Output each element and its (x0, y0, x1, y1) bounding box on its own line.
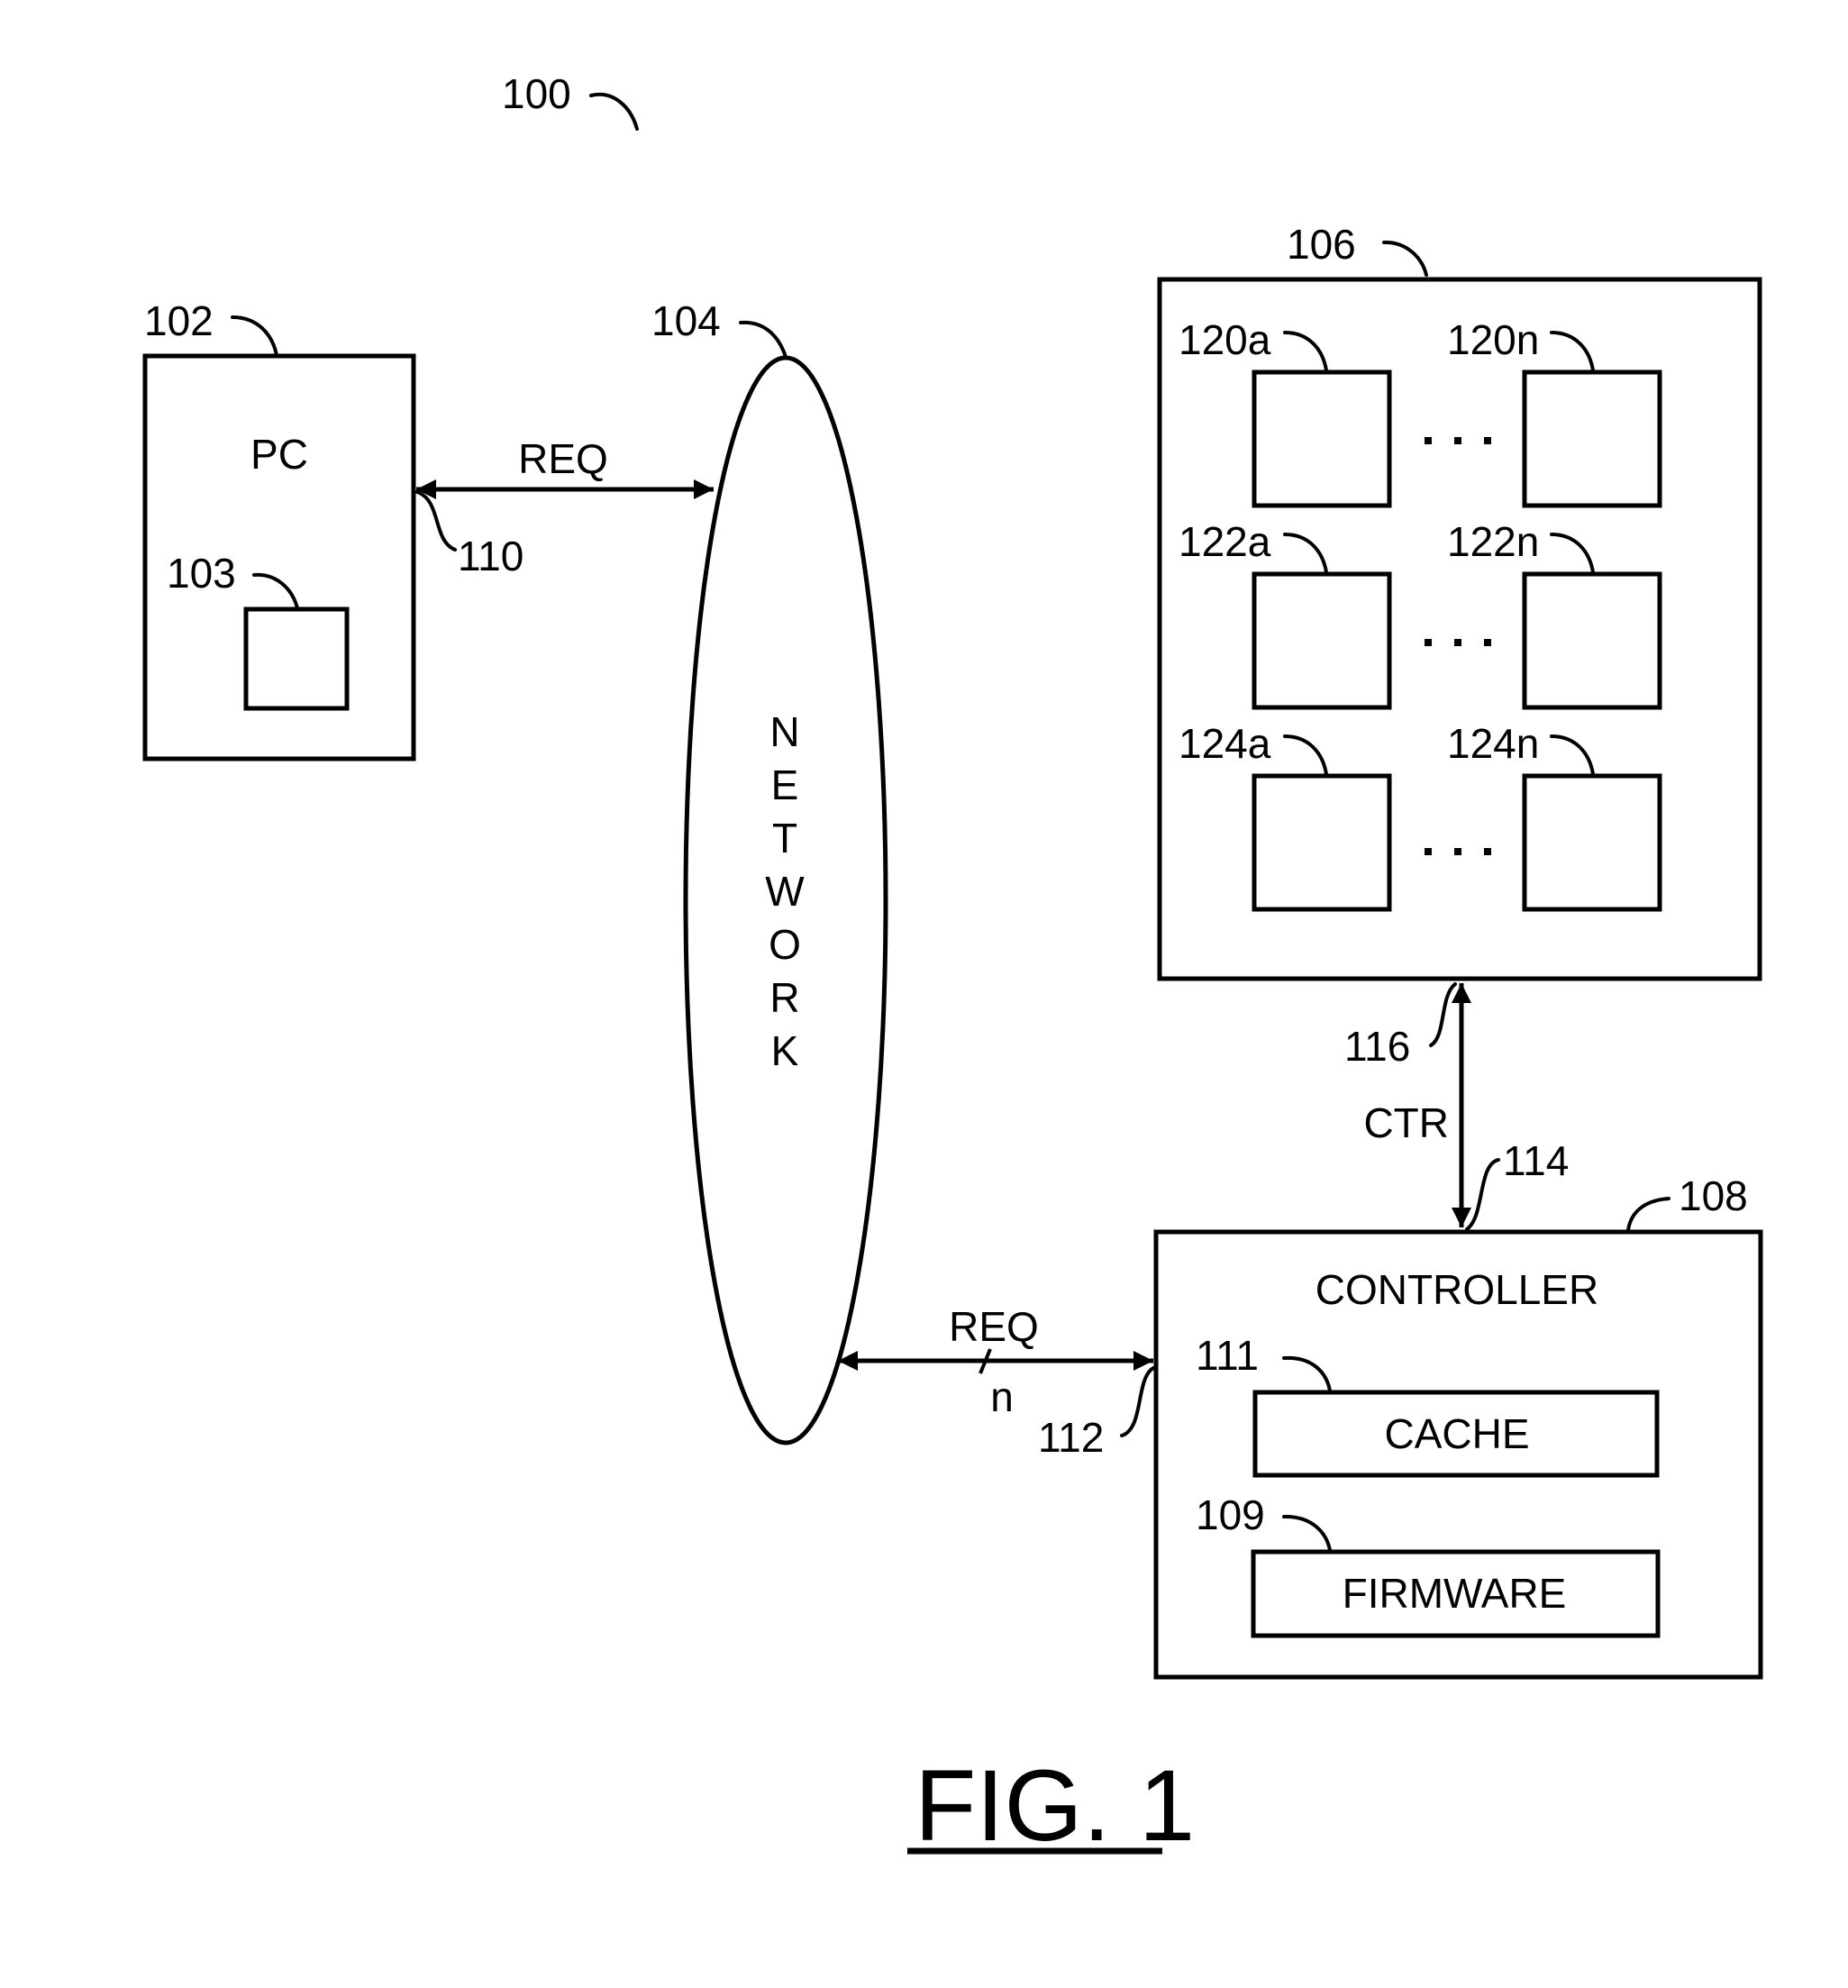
pc-ref-leader (231, 315, 278, 357)
link-controller-storage: CTR 116 114 (1344, 982, 1569, 1231)
firmware-label: FIRMWARE (1343, 1570, 1567, 1617)
storage-unit-box (1252, 369, 1392, 508)
storage-ref: 106 (1287, 221, 1356, 268)
ellipsis-dot (1454, 848, 1461, 855)
ellipsis-dot (1454, 437, 1461, 444)
bus-width-label: n (990, 1373, 1014, 1420)
controller-ref: 108 (1679, 1172, 1748, 1219)
storage-unit-ref: 124n (1447, 720, 1539, 767)
storage-unit-box (1252, 773, 1392, 912)
cache-label: CACHE (1384, 1410, 1529, 1457)
storage-unit-leader (1283, 331, 1328, 372)
storage-array: 106 120a 120n 122a 122n 124a 124n (1157, 221, 1762, 981)
storage-unit-box (1522, 571, 1662, 710)
storage-unit-leader (1550, 533, 1595, 574)
ctr-label: CTR (1363, 1099, 1449, 1146)
storage-unit-leader (1283, 734, 1328, 776)
storage-unit-ref: 120n (1447, 316, 1539, 363)
pc-sub-ref: 103 (167, 550, 236, 597)
firmware-ref: 109 (1196, 1491, 1265, 1538)
storage-row: 120a 120n (1179, 316, 1662, 508)
storage-unit-leader (1550, 331, 1595, 372)
storage-unit-ref: 120a (1179, 316, 1271, 363)
network-label: NETWORK (765, 708, 805, 1074)
storage-unit-leader (1550, 734, 1595, 776)
network-letter: R (769, 974, 799, 1021)
controller-ref-leader (1626, 1197, 1670, 1232)
storage-unit-box (1522, 773, 1662, 912)
storage-row: 122a 122n (1179, 518, 1662, 710)
req-n-label: REQ (949, 1303, 1039, 1350)
cache-ref-leader (1282, 1355, 1332, 1392)
pc-block: 102 PC 103 (142, 297, 416, 761)
storage-unit-ref: 122a (1179, 518, 1271, 565)
ellipsis-dot (1425, 848, 1432, 855)
ellipsis-dot (1425, 437, 1432, 444)
figure-caption: FIG. 1 (915, 1749, 1195, 1862)
storage-unit-box (1522, 369, 1662, 508)
network-ref-leader (739, 320, 787, 359)
storage-unit-ref: 122n (1447, 518, 1539, 565)
link-network-controller: REQ n 112 (838, 1303, 1155, 1461)
network-letter: N (769, 708, 799, 755)
network-letter: K (771, 1027, 799, 1074)
link-116-leader (1429, 982, 1457, 1047)
link-110-leader (415, 490, 457, 552)
storage-ref-leader (1382, 240, 1428, 277)
network-letter: W (765, 868, 805, 915)
link-112-leader (1120, 1366, 1155, 1437)
network-ref: 104 (651, 297, 721, 344)
ellipsis-dot (1454, 639, 1461, 646)
link-114-leader (1465, 1158, 1500, 1231)
network-cloud: 104 NETWORK (651, 297, 888, 1445)
link-114-ref: 114 (1503, 1137, 1569, 1184)
storage-row: 124a 124n (1179, 720, 1662, 912)
ellipsis-dot (1484, 639, 1491, 646)
figure-ref-leader (589, 92, 639, 131)
ellipsis-dot (1484, 437, 1491, 444)
link-112-ref: 112 (1038, 1414, 1104, 1461)
pc-sub-box (243, 606, 350, 711)
firmware-ref-leader (1282, 1514, 1332, 1552)
network-letter: T (772, 815, 797, 862)
ellipsis-dot (1425, 639, 1432, 646)
block-diagram: 100 102 PC 103 REQ 110 104 NETWORK 106 1… (142, 70, 1763, 1862)
ellipsis-dot (1484, 848, 1491, 855)
storage-unit-box (1252, 571, 1392, 710)
pc-label: PC (250, 431, 308, 478)
controller-block: 108 CONTROLLER 111 CACHE 109 FIRMWARE (1153, 1172, 1763, 1680)
controller-label: CONTROLLER (1315, 1266, 1598, 1313)
link-110-ref: 110 (458, 533, 523, 579)
storage-unit-ref: 124a (1179, 720, 1271, 767)
link-116-ref: 116 (1344, 1023, 1410, 1070)
storage-unit-leader (1283, 533, 1328, 574)
cache-ref: 111 (1196, 1332, 1259, 1379)
req-label: REQ (518, 435, 608, 482)
link-pc-network: REQ 110 (415, 435, 714, 579)
network-letter: E (771, 761, 799, 808)
pc-sub-ref-leader (252, 572, 299, 610)
storage-box (1157, 277, 1762, 981)
pc-ref: 102 (144, 297, 214, 344)
figure-ref: 100 (502, 70, 571, 117)
network-letter: O (769, 921, 801, 968)
